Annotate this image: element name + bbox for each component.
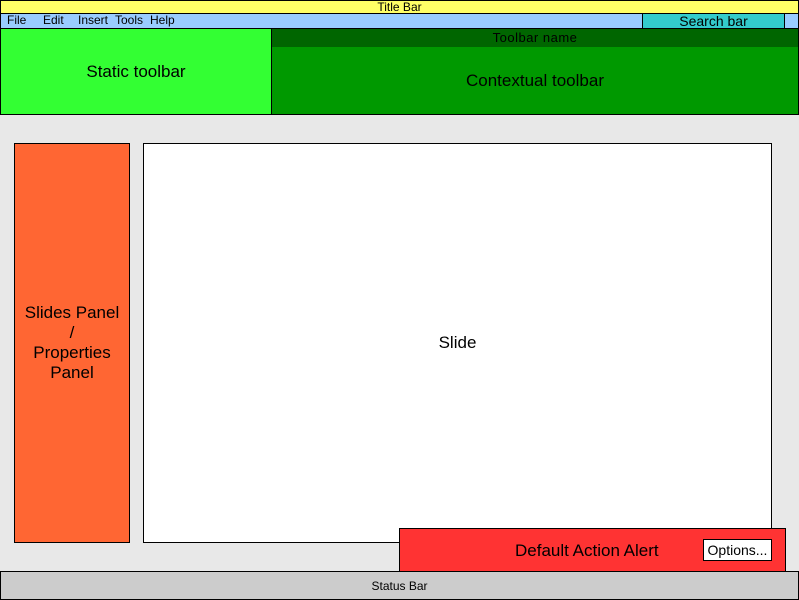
contextual-toolbar-text: Contextual toolbar (466, 70, 604, 90)
slide-label: Slide (438, 333, 477, 352)
search-bar[interactable]: Search bar (642, 14, 785, 29)
slides-panel-label: Slides Panel / Properties Panel (24, 303, 120, 382)
options-button[interactable]: Options... (703, 539, 772, 561)
contextual-toolbar[interactable]: Toolbar name Contextual toolbar (271, 29, 799, 115)
status-bar: Status Bar (0, 571, 799, 600)
search-bar-label: Search bar (679, 13, 748, 29)
menu-item-tools[interactable]: Tools (115, 14, 143, 27)
status-bar-label: Status Bar (371, 578, 428, 593)
menu-item-edit[interactable]: Edit (43, 14, 64, 27)
toolbar-name: Toolbar name (272, 29, 798, 47)
contextual-toolbar-label: Contextual toolbar (272, 47, 798, 114)
menu-item-insert[interactable]: Insert (78, 14, 108, 27)
default-action-alert: Default Action Alert Options... (399, 528, 786, 572)
menu-item-help[interactable]: Help (150, 14, 175, 27)
slides-properties-panel[interactable]: Slides Panel / Properties Panel (14, 143, 130, 543)
title-bar: Title Bar (0, 0, 799, 14)
title-bar-label: Title Bar (377, 0, 422, 14)
static-toolbar[interactable]: Static toolbar (0, 29, 272, 115)
menu-item-file[interactable]: File (7, 14, 26, 27)
alert-text: Default Action Alert (515, 541, 659, 560)
slide-canvas[interactable]: Slide (143, 143, 772, 543)
static-toolbar-label: Static toolbar (86, 61, 186, 81)
